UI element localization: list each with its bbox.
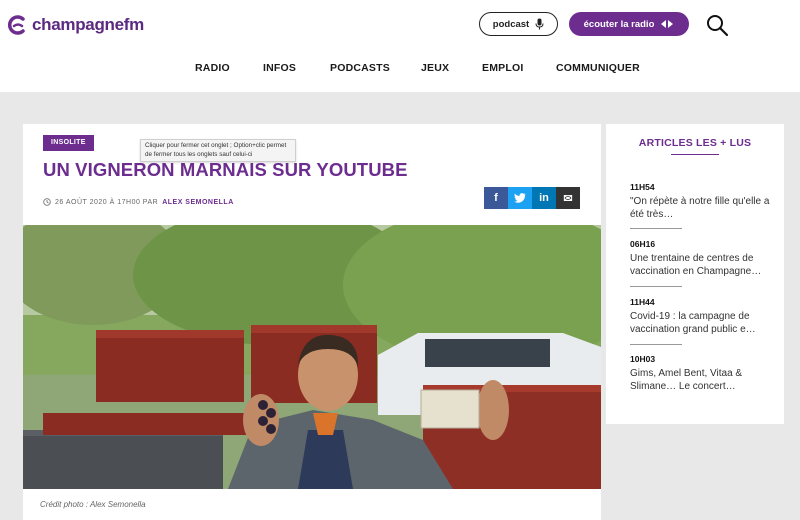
nav-item-communiquer[interactable]: COMMUNIQUER [556,62,640,74]
sidebar-title: ARTICLES LES + LUS [638,137,752,149]
divider [630,286,682,287]
item-time: 11H54 [630,182,655,192]
item-time: 06H16 [630,239,656,249]
facebook-icon: f [494,192,498,204]
item-time: 11H44 [630,297,655,307]
twitter-icon [514,193,526,203]
nav-item-radio[interactable]: RADIO [195,62,230,74]
article-card: INSOLITE Cliquer pour fermer cet onglet … [23,124,601,520]
article-meta: 26 AOÛT 2020 À 17H00 PAR ALEX SEMONELLA [43,198,234,206]
most-read-sidebar: ARTICLES LES + LUS 11H54 "On répète à no… [606,124,784,424]
site-logo[interactable]: champagnefm [6,14,144,36]
play-pause-icon [661,20,674,28]
sidebar-title-underline [671,154,719,155]
category-tag[interactable]: INSOLITE [43,135,94,151]
radio-label: écouter la radio [583,18,655,30]
linkedin-share-button[interactable]: in [532,187,556,209]
most-read-item[interactable]: 10H03 Gims, Amel Bent, Vitaa & Slimane… … [630,354,775,393]
logo-text: champagnefm [32,15,144,34]
nav-item-jeux[interactable]: JEUX [421,62,449,74]
most-read-item[interactable]: 06H16 Une trentaine de centres de vaccin… [630,239,775,278]
clock-icon [43,198,51,206]
share-buttons: f in ✉ [484,187,580,209]
logo-icon [7,15,25,35]
item-headline[interactable]: Gims, Amel Bent, Vitaa & Slimane… Le con… [630,367,775,393]
divider [630,228,682,229]
most-read-item[interactable]: 11H44 Covid-19 : la campagne de vaccinat… [630,297,775,336]
item-headline[interactable]: "On répète à notre fille qu'elle a été t… [630,195,775,221]
item-time: 10H03 [630,354,656,364]
linkedin-icon: in [539,192,549,204]
article-date: 26 AOÛT 2020 À 17H00 PAR [55,198,159,206]
article-author[interactable]: ALEX SEMONELLA [162,199,234,206]
podcast-label: podcast [492,18,530,30]
divider [630,344,682,345]
item-headline[interactable]: Covid-19 : la campagne de vaccination gr… [630,310,775,336]
site-header: champagnefm podcast écouter la radio RAD… [0,0,800,92]
search-icon[interactable] [705,13,729,37]
listen-radio-button[interactable]: écouter la radio [569,12,689,36]
twitter-share-button[interactable] [508,187,532,209]
facebook-share-button[interactable]: f [484,187,508,209]
item-headline[interactable]: Une trentaine de centres de vaccination … [630,252,775,278]
nav-item-podcasts[interactable]: PODCASTS [330,62,390,74]
mail-icon: ✉ [563,192,573,205]
microphone-icon [535,18,544,30]
article-photo [23,225,601,489]
article-title: UN VIGNERON MARNAIS SUR YOUTUBE [43,159,408,180]
nav-item-emploi[interactable]: EMPLOI [482,62,523,74]
main-nav: RADIO INFOS PODCASTS JEUX EMPLOI COMMUNI… [0,62,800,80]
mail-share-button[interactable]: ✉ [556,187,580,209]
podcast-button[interactable]: podcast [479,12,558,36]
most-read-item[interactable]: 11H54 "On répète à notre fille qu'elle a… [630,182,775,221]
photo-credit: Crédit photo : Alex Semonella [40,500,146,509]
nav-item-infos[interactable]: INFOS [263,62,296,74]
